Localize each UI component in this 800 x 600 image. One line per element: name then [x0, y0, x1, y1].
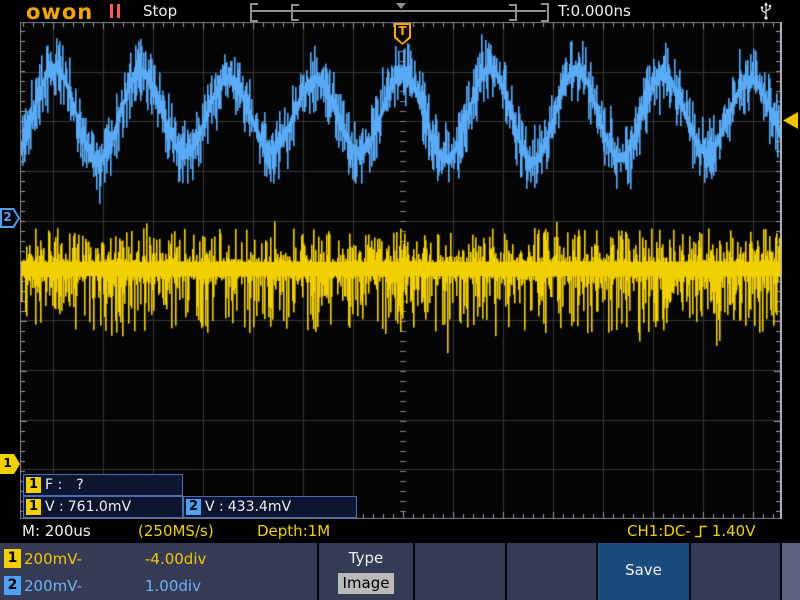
record-bracket-left [250, 3, 258, 22]
menu-divider [505, 543, 507, 600]
window-bracket-left [291, 4, 299, 21]
record-bracket-right [541, 3, 549, 22]
pause-icon [108, 4, 122, 18]
save-label: Save [625, 561, 662, 579]
trigger-status-readout: CH1:DC- 1.40V [627, 522, 756, 540]
memory-depth-readout: Depth:1M [257, 522, 331, 540]
ch1-badge: 1 [26, 499, 41, 515]
menu-divider [689, 543, 691, 600]
menu-type-cell[interactable]: Type Image [319, 543, 413, 600]
trigger-time-readout: T:0.000ns [558, 2, 631, 20]
frequency-value: ? [76, 477, 84, 493]
run-state-label: Stop [143, 2, 178, 20]
owon-logo: OWON [26, 0, 94, 24]
trigger-level-value: 1.40V [711, 522, 756, 540]
ch2-zero-marker[interactable]: 2 [0, 208, 20, 228]
ch1-position: -4.00div [145, 550, 207, 568]
oscilloscope-screen: OWON Stop T:0.000ns [0, 0, 800, 600]
window-bracket-right [509, 4, 517, 21]
bottom-menu-bar: 1 200mV- -4.00div 2 200mV- 1.00div Type … [0, 543, 800, 600]
measurement-frequency: 1 F : ? [23, 474, 183, 496]
save-button[interactable]: Save [598, 543, 689, 600]
measurement-ch1-voltage: 1 V : 761.0mV [23, 496, 183, 518]
timebase-readout: M: 200us [22, 522, 91, 540]
rising-edge-icon [694, 525, 707, 537]
ch1-badge: 1 [26, 477, 41, 493]
trigger-position-pointer [396, 3, 406, 9]
ch2-scale: 200mV- [24, 577, 83, 595]
status-row: M: 200us (250MS/s) Depth:1M CH1:DC- 1.40… [0, 519, 800, 543]
ch1-zero-marker[interactable]: 1 [0, 454, 20, 474]
ch2-voltage-value: 433.4mV [227, 499, 292, 515]
ch1-scale: 200mV- [24, 550, 83, 568]
trigger-level-marker[interactable] [783, 112, 798, 129]
measurement-ch2-voltage: 2 V : 433.4mV [183, 496, 357, 518]
ch1-badge: 1 [4, 549, 21, 568]
ch2-badge: 2 [4, 576, 21, 595]
top-bar: OWON Stop T:0.000ns [0, 0, 800, 24]
ch2-badge: 2 [186, 499, 201, 515]
menu-side-strip [782, 543, 800, 600]
ch1-voltage-value: 761.0mV [67, 499, 132, 515]
type-value-selected[interactable]: Image [338, 573, 394, 594]
waveform-display [20, 22, 782, 519]
type-label: Type [348, 549, 384, 567]
ch2-position: 1.00div [145, 577, 201, 595]
sample-rate-readout: (250MS/s) [138, 522, 214, 540]
menu-divider [413, 543, 415, 600]
